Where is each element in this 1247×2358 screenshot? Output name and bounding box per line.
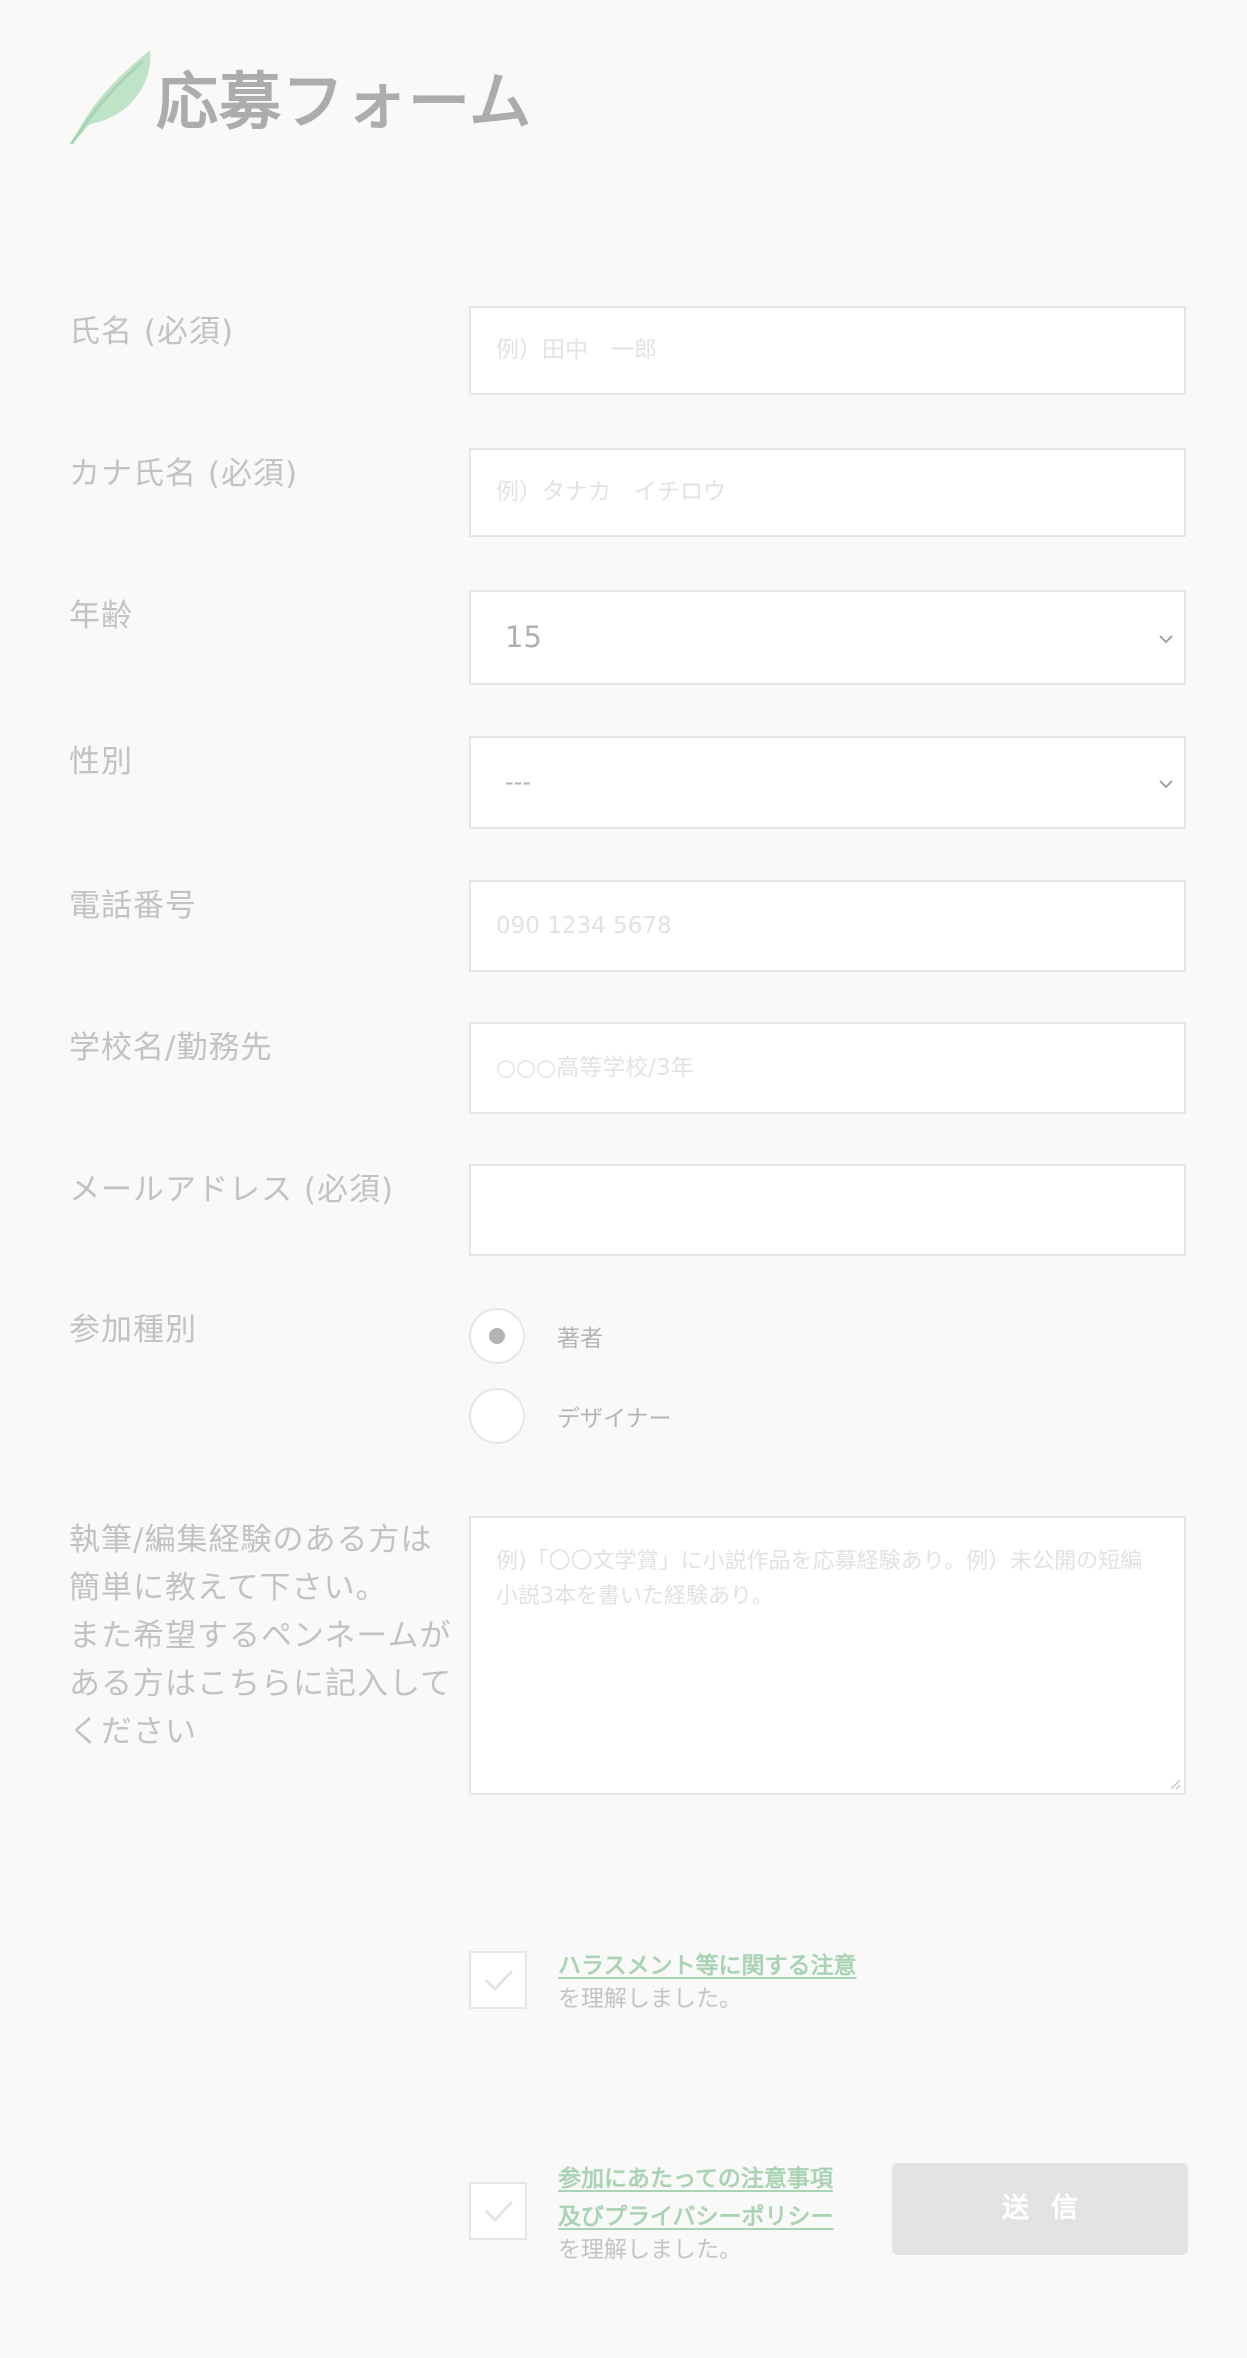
form-row-participation: 参加種別 著者 デザイナー xyxy=(69,1306,1189,1456)
feather-quill-icon xyxy=(70,50,151,145)
chevron-down-icon xyxy=(1159,635,1173,644)
experience-label-line: ある方はこちらに記入して xyxy=(69,1666,453,1702)
experience-label-line: 執筆/編集経験のある方は xyxy=(69,1522,433,1558)
radio-author[interactable] xyxy=(469,1308,525,1364)
form-row-name: 氏名 (必須) 例）田中 一郎 xyxy=(69,306,1189,398)
form-row-phone: 電話番号 090 1234 5678 xyxy=(69,880,1189,972)
email-input[interactable] xyxy=(469,1164,1186,1256)
submit-button[interactable]: 送信 xyxy=(892,2163,1188,2255)
privacy-consent-text: 参加にあたっての注意事項 及びプライバシーポリシー を理解しました。 xyxy=(558,2160,834,2264)
form-row-gender: 性別 --- xyxy=(69,736,1189,830)
name-label: 氏名 (必須) xyxy=(69,314,235,350)
resize-handle-icon[interactable] xyxy=(1165,1774,1181,1790)
school-placeholder: ○○○高等学校/3年 xyxy=(496,1055,694,1081)
email-label: メールアドレス (必須) xyxy=(69,1172,395,1208)
radio-option-author[interactable]: 著者 xyxy=(469,1306,603,1366)
gender-value: --- xyxy=(505,768,531,796)
gender-label: 性別 xyxy=(69,744,133,780)
form-row-school: 学校名/勤務先 ○○○高等学校/3年 xyxy=(69,1022,1189,1114)
form-row-email: メールアドレス (必須) xyxy=(69,1164,1189,1256)
school-input[interactable]: ○○○高等学校/3年 xyxy=(469,1022,1186,1114)
form-row-age: 年齢 15 xyxy=(69,590,1189,686)
experience-placeholder: 例)「〇〇文学賞」に小説作品を応募経験あり。例）未公開の短編小説3本を書いた経験… xyxy=(496,1549,1143,1609)
experience-label-line: 簡単に教えて下さい。 xyxy=(69,1570,388,1606)
kana-placeholder: 例）タナカ イチロウ xyxy=(496,479,726,505)
age-select[interactable]: 15 xyxy=(469,590,1186,685)
school-label: 学校名/勤務先 xyxy=(69,1030,273,1066)
page-title: 応募フォーム xyxy=(156,65,533,138)
age-value: 15 xyxy=(505,620,542,654)
name-input[interactable]: 例）田中 一郎 xyxy=(469,306,1186,395)
harassment-policy-link[interactable]: ハラスメント等に関する注意 xyxy=(558,1947,857,1985)
kana-label: カナ氏名 (必須) xyxy=(69,456,299,492)
name-placeholder: 例）田中 一郎 xyxy=(496,337,657,363)
experience-textarea[interactable]: 例)「〇〇文学賞」に小説作品を応募経験あり。例）未公開の短編小説3本を書いた経験… xyxy=(469,1516,1186,1795)
harassment-consent-checkbox[interactable] xyxy=(469,1951,527,2009)
harassment-consent-suffix: を理解しました。 xyxy=(558,1986,742,2012)
page-header: 応募フォーム xyxy=(66,46,532,150)
kana-input[interactable]: 例）タナカ イチロウ xyxy=(469,448,1186,537)
check-icon xyxy=(484,1969,514,1992)
gender-select[interactable]: --- xyxy=(469,736,1186,829)
harassment-consent-text: ハラスメント等に関する注意 を理解しました。 xyxy=(558,1947,857,2013)
radio-designer[interactable] xyxy=(469,1388,525,1444)
phone-label: 電話番号 xyxy=(69,888,197,924)
participation-label: 参加種別 xyxy=(69,1312,197,1348)
phone-input[interactable]: 090 1234 5678 xyxy=(469,880,1186,972)
privacy-consent-checkbox[interactable] xyxy=(469,2182,527,2240)
experience-label: 執筆/編集経験のある方は 簡単に教えて下さい。 また希望するペンネームが ある方… xyxy=(69,1516,469,1756)
privacy-consent-suffix: を理解しました。 xyxy=(558,2237,742,2263)
radio-selected-dot xyxy=(489,1328,505,1344)
experience-label-line: ください xyxy=(69,1714,197,1750)
check-icon xyxy=(484,2200,514,2223)
phone-placeholder: 090 1234 5678 xyxy=(496,913,672,939)
radio-author-label: 著者 xyxy=(557,1326,603,1352)
privacy-policy-link-line1[interactable]: 参加にあたっての注意事項 xyxy=(558,2160,834,2198)
radio-option-designer[interactable]: デザイナー xyxy=(469,1386,672,1446)
chevron-down-icon xyxy=(1159,780,1173,789)
experience-label-line: また希望するペンネームが xyxy=(69,1618,452,1654)
privacy-policy-link-line2[interactable]: 及びプライバシーポリシー xyxy=(558,2198,834,2236)
age-label: 年齢 xyxy=(69,598,133,634)
form-row-kana: カナ氏名 (必須) 例）タナカ イチロウ xyxy=(69,448,1189,540)
radio-designer-label: デザイナー xyxy=(557,1406,672,1432)
